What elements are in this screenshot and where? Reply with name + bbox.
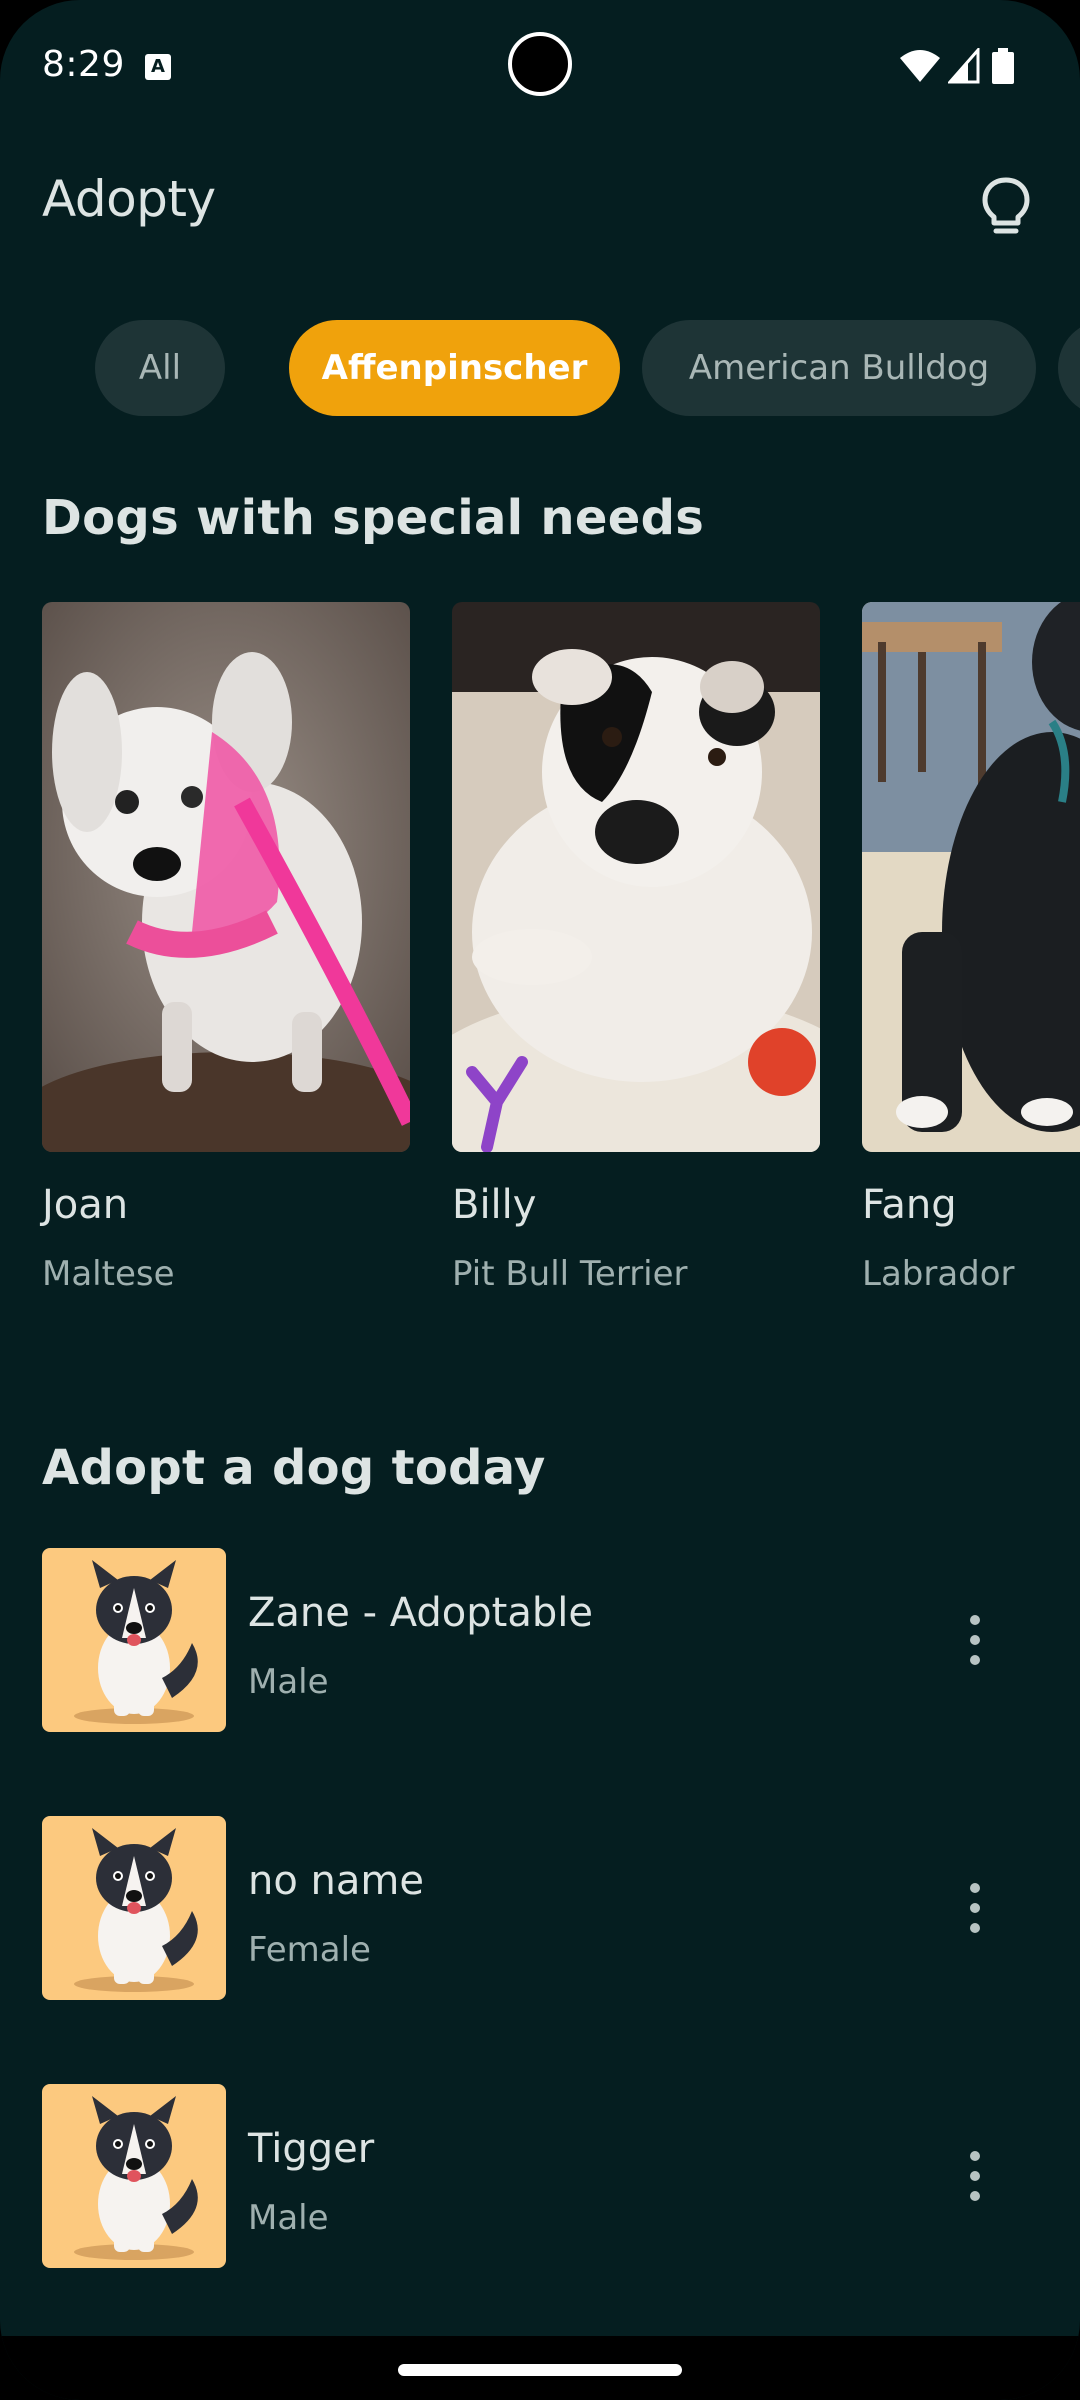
dog-photo-fang <box>862 602 1080 1152</box>
special-needs-title: Dogs with special needs <box>42 490 705 546</box>
home-gesture-handle[interactable] <box>398 2364 682 2376</box>
chip-american-bulldog[interactable]: American Bulldog <box>642 320 1036 416</box>
dog-gender: Male <box>248 1662 329 1702</box>
dog-avatar <box>42 1816 226 2000</box>
a-icon: A <box>145 54 171 80</box>
dog-gender: Male <box>248 2198 329 2238</box>
status-icons <box>900 48 1040 84</box>
dog-breed: Maltese <box>42 1254 175 1294</box>
adopt-today-title: Adopt a dog today <box>42 1440 546 1496</box>
more-options-icon[interactable] <box>960 1880 990 1936</box>
dog-name: Joan <box>42 1182 129 1228</box>
more-options-icon[interactable] <box>960 1612 990 1668</box>
app-screen: 8:29 A Adopty All Affenpinscher American… <box>0 0 1080 2400</box>
lightbulb-icon[interactable] <box>980 176 1032 236</box>
dog-breed: Pit Bull Terrier <box>452 1254 688 1294</box>
more-options-icon[interactable] <box>960 2148 990 2204</box>
dog-name: no name <box>248 1858 424 1904</box>
dog-breed: Labrador <box>862 1254 1015 1294</box>
app-title: Adopty <box>42 170 216 228</box>
chip-partial[interactable] <box>1058 320 1080 416</box>
dog-name: Billy <box>452 1182 537 1228</box>
dog-photo-joan <box>42 602 410 1152</box>
camera-cutout <box>508 32 572 96</box>
status-bar: 8:29 A <box>0 0 1080 134</box>
dog-photo-billy <box>452 602 820 1152</box>
dog-name: Fang <box>862 1182 957 1228</box>
dog-gender: Female <box>248 1930 371 1970</box>
dog-avatar <box>42 1548 226 1732</box>
cellular-signal-icon <box>948 48 980 84</box>
chip-all[interactable]: All <box>95 320 225 416</box>
list-item-tigger[interactable]: Tigger Male <box>0 2084 1080 2270</box>
dog-name: Tigger <box>248 2126 375 2172</box>
dog-avatar <box>42 2084 226 2268</box>
list-item-no-name[interactable]: no name Female <box>0 1816 1080 2002</box>
status-time: 8:29 <box>42 44 125 85</box>
chip-affenpinscher[interactable]: Affenpinscher <box>289 320 620 416</box>
battery-icon <box>992 48 1014 84</box>
dog-name: Zane - Adoptable <box>248 1590 593 1636</box>
list-item-zane[interactable]: Zane - Adoptable Male <box>0 1548 1080 1734</box>
breed-filter-chips: All Affenpinscher American Bulldog <box>0 320 1080 418</box>
wifi-icon <box>900 50 940 82</box>
